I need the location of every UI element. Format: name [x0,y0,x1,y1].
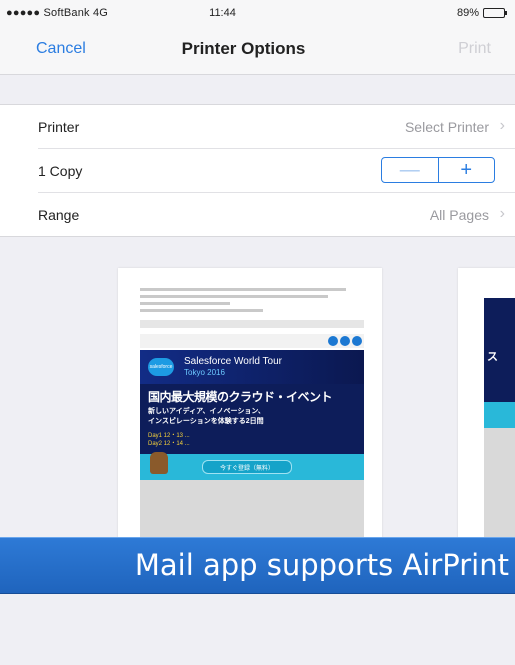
mail-notice-bar [140,320,364,328]
status-bar: ●●●●● SoftBank 4G 11:44 89% [0,0,515,28]
printer-value: Select Printer [404,119,489,135]
mail-social-bar [140,334,364,348]
caption-text: Mail app supports AirPrint [134,548,509,582]
print-preview-page-1[interactable]: salesforce Salesforce World Tour Tokyo 2… [118,268,382,538]
battery-icon [483,8,507,18]
increment-button[interactable]: + [439,158,495,182]
banner-subline-2: インスピレーションを体験する2日間 [148,418,264,425]
clock: 11:44 [209,7,236,19]
navigation-bar: Cancel Printer Options Print [0,28,515,75]
caption-banner: Mail app supports AirPrint [0,537,515,594]
banner-title-line1: Salesforce World Tour [184,356,283,367]
event-banner-image: salesforce Salesforce World Tour Tokyo 2… [140,350,364,480]
battery-indicator: 89% [456,7,507,19]
banner-title-line2: Tokyo 2016 [184,368,225,377]
copies-stepper[interactable]: — + [381,157,495,183]
printer-options-list: Printer Select Printer › 1 Copy — + Rang… [0,104,515,237]
chevron-right-icon: › [499,205,505,222]
printer-row[interactable]: Printer Select Printer › [38,105,515,149]
decrement-button[interactable]: — [382,158,439,182]
page2-banner-image: ス [484,298,515,428]
range-value: All Pages [429,207,489,223]
linkedin-icon [352,336,362,346]
mascot-icon [150,452,168,474]
page2-banner-text: ス [487,351,498,363]
chevron-right-icon: › [499,117,505,134]
copies-label: 1 Copy [38,163,83,179]
page-title: Printer Options [181,39,306,58]
print-preview-area: salesforce Salesforce World Tour Tokyo 2… [0,236,515,665]
battery-percent: 89% [456,7,479,19]
mail-body-placeholder [140,480,364,538]
print-preview-page-2[interactable]: ス [458,268,515,538]
page2-banner-footer [484,402,515,428]
banner-headline: 国内最大規模のクラウド・イベント [148,390,333,404]
register-button: 今すぐ登録（無料） [202,460,292,474]
printer-label: Printer [38,119,80,135]
banner-footer: 今すぐ登録（無料） [140,452,364,480]
banner-date-2: Day2 12・14 ... [148,441,190,447]
page2-body-placeholder [484,428,515,538]
range-row[interactable]: Range All Pages › [38,193,515,236]
salesforce-logo-icon: salesforce [148,358,174,376]
facebook-icon [328,336,338,346]
twitter-icon [340,336,350,346]
range-label: Range [38,207,80,223]
print-button[interactable]: Print [458,40,491,58]
banner-title: Salesforce World Tour Tokyo 2016 [184,356,282,378]
mail-header-lines [140,288,364,316]
banner-subline-1: 新しいアイディア、イノベーション、 [148,408,265,415]
copies-row: 1 Copy — + [38,149,515,193]
